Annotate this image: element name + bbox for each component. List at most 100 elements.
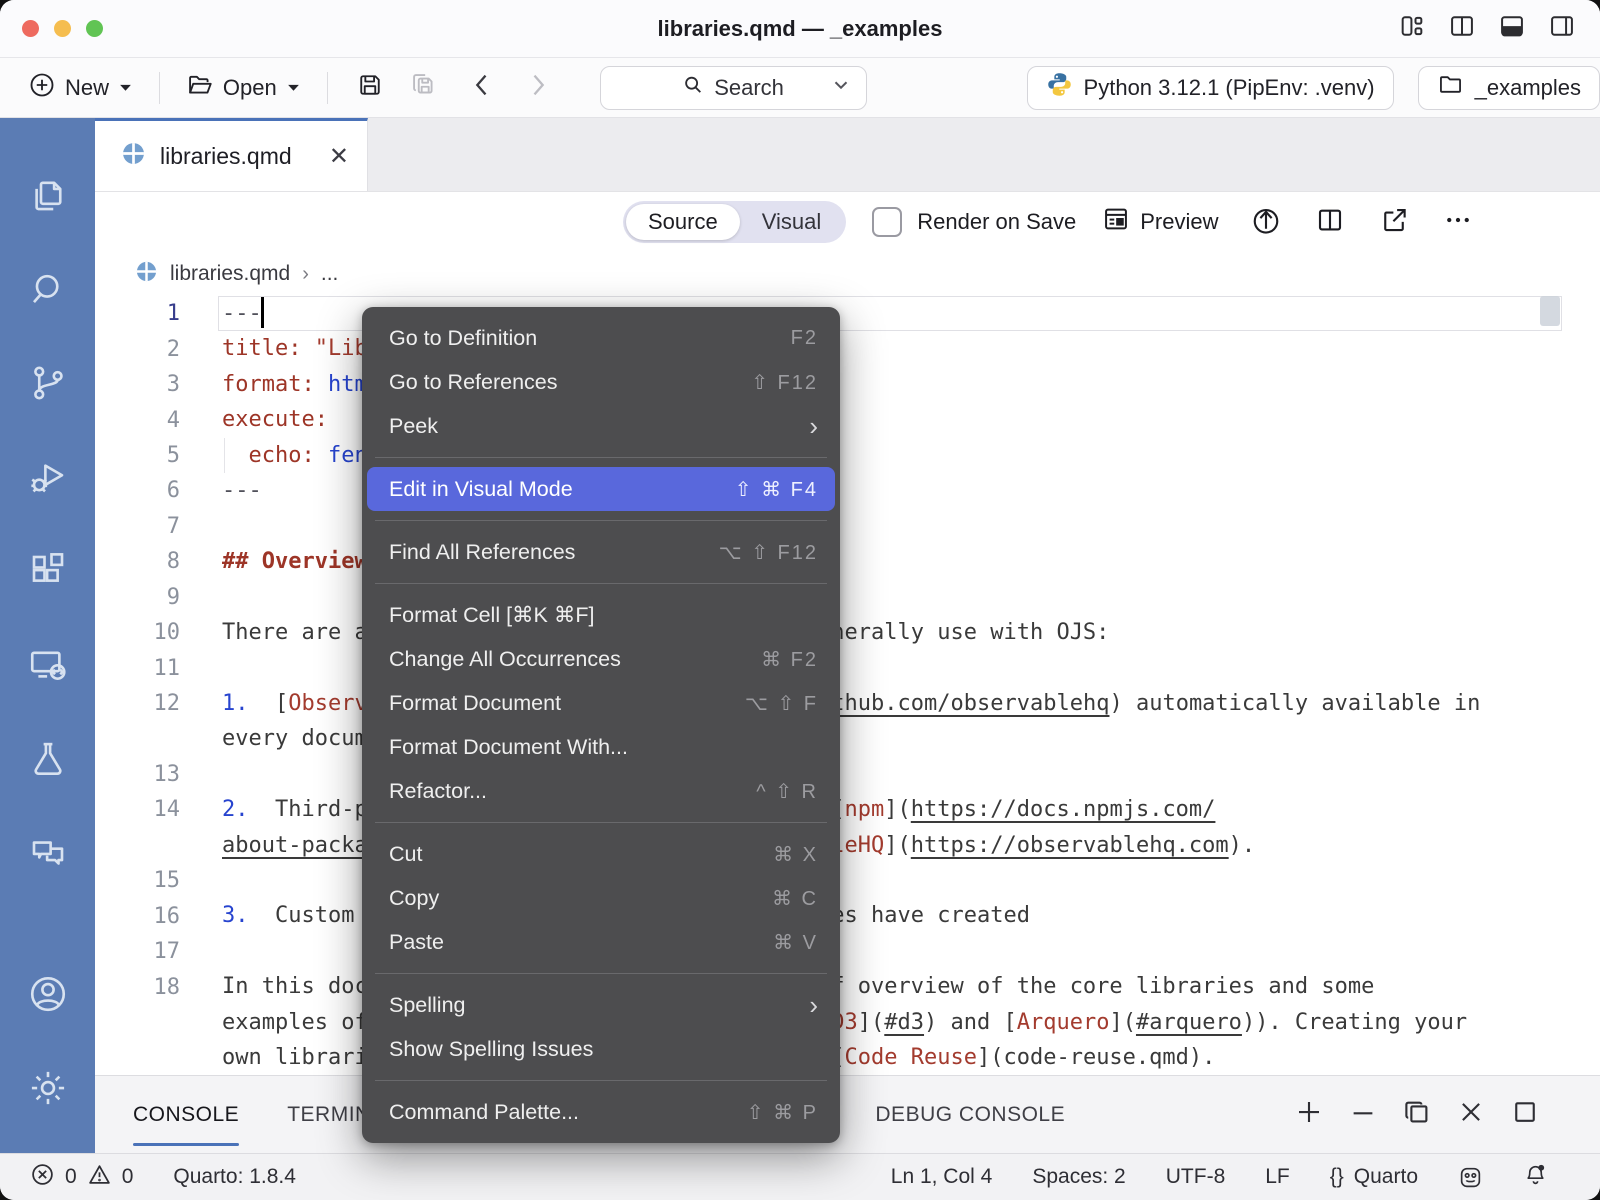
explorer-icon[interactable] — [0, 148, 95, 242]
problems-status[interactable]: 0 0 — [30, 1162, 133, 1193]
code-row[interactable]: 8## Overview — [95, 544, 1600, 579]
open-external-icon[interactable] — [1379, 205, 1409, 240]
menu-item-label: Command Palette... — [389, 1100, 579, 1125]
menu-item-change-all-occurrences[interactable]: Change All Occurrences⌘ F2 — [362, 637, 840, 681]
quarto-version[interactable]: Quarto: 1.8.4 — [173, 1165, 296, 1189]
account-icon[interactable] — [0, 947, 95, 1041]
new-button[interactable]: New — [22, 67, 139, 109]
close-panel-icon[interactable] — [1456, 1097, 1486, 1132]
indentation[interactable]: Spaces: 2 — [1032, 1165, 1125, 1189]
code-row[interactable]: 3format: html — [95, 367, 1600, 402]
eol[interactable]: LF — [1265, 1165, 1290, 1189]
settings-gear-icon[interactable] — [0, 1041, 95, 1135]
cursor-position[interactable]: Ln 1, Col 4 — [891, 1165, 993, 1189]
split-editor-icon[interactable] — [1315, 205, 1345, 240]
panel-tab-debug-console[interactable]: DEBUG CONSOLE — [875, 1076, 1065, 1153]
open-button[interactable]: Open — [180, 67, 307, 109]
code-row[interactable]: 163. Custom libraries that you or your c… — [95, 898, 1600, 933]
back-icon[interactable] — [470, 71, 494, 104]
menu-item-find-all-references[interactable]: Find All References⌥ ⇧ F12 — [362, 530, 840, 574]
source-control-icon[interactable] — [0, 336, 95, 430]
preview-button[interactable]: Preview — [1102, 205, 1218, 239]
scrollbar-thumb[interactable] — [1540, 296, 1560, 326]
comments-icon[interactable] — [0, 806, 95, 900]
code-row[interactable]: 17 — [95, 934, 1600, 969]
code-row[interactable]: 4execute: — [95, 402, 1600, 437]
render-icon[interactable] — [1251, 205, 1281, 240]
menu-item-format-document[interactable]: Format Document⌥ ⇧ F — [362, 681, 840, 725]
editor-toolbar: Source Visual Render on Save Preview — [95, 192, 1600, 252]
new-console-icon[interactable] — [1294, 1097, 1324, 1132]
menu-item-format-document-with[interactable]: Format Document With... — [362, 725, 840, 769]
interpreter-selector[interactable]: Python 3.12.1 (PipEnv: .venv) — [1027, 66, 1394, 110]
code-row[interactable]: 15 — [95, 863, 1600, 898]
menu-item-refactor[interactable]: Refactor...^ ⇧ R — [362, 769, 840, 813]
code-row[interactable]: 13 — [95, 757, 1600, 792]
more-actions-icon[interactable] — [1443, 205, 1473, 240]
maximize-panel-icon[interactable] — [1510, 1097, 1540, 1132]
feedback-smiley-icon[interactable] — [1458, 1165, 1483, 1190]
code-editor[interactable]: 1---2title: "Libraries"3format: html4exe… — [95, 296, 1600, 1075]
menu-item-cut[interactable]: Cut⌘ X — [362, 832, 840, 876]
visual-mode-button[interactable]: Visual — [740, 204, 844, 240]
code-row[interactable]: 121. [Observable's standard library](htt… — [95, 686, 1600, 721]
code-row[interactable]: 6--- — [95, 473, 1600, 508]
menu-item-spelling[interactable]: Spelling› — [362, 983, 840, 1027]
code-row[interactable]: own libraries is covered in the article … — [95, 1040, 1600, 1075]
notification-bell-icon[interactable] — [1523, 1162, 1548, 1193]
restore-panel-icon[interactable] — [1402, 1097, 1432, 1132]
menu-item-peek[interactable]: Peek› — [362, 404, 840, 448]
code-row[interactable]: 7 — [95, 509, 1600, 544]
open-label: Open — [223, 75, 277, 101]
code-row[interactable]: 18In this document we'll provide you wit… — [95, 969, 1600, 1004]
breadcrumb[interactable]: libraries.qmd › ... — [95, 252, 1600, 296]
menu-item-command-palette[interactable]: Command Palette...⇧ ⌘ P — [362, 1090, 840, 1134]
project-selector[interactable]: _examples — [1418, 66, 1600, 110]
panel-tab-console[interactable]: CONSOLE — [133, 1076, 239, 1153]
language-mode[interactable]: {} Quarto — [1330, 1165, 1418, 1189]
code-row[interactable]: every document. — [95, 721, 1600, 756]
forward-icon[interactable] — [526, 71, 550, 104]
python-icon — [1046, 71, 1073, 104]
menu-item-paste[interactable]: Paste⌘ V — [362, 920, 840, 964]
save-all-button[interactable] — [402, 67, 446, 108]
code-row[interactable]: 9 — [95, 580, 1600, 615]
code-row[interactable]: about-packages-and-modules) and also [Ob… — [95, 828, 1600, 863]
menu-item-show-spelling-issues[interactable]: Show Spelling Issues — [362, 1027, 840, 1071]
code-row[interactable]: 142. Third-party JavaScript libraries fr… — [95, 792, 1600, 827]
encoding[interactable]: UTF-8 — [1166, 1165, 1226, 1189]
code-row[interactable]: 11 — [95, 650, 1600, 685]
code-row[interactable]: 2title: "Libraries" — [95, 331, 1600, 366]
breadcrumb-more[interactable]: ... — [321, 262, 339, 286]
split-editor-layout-icon[interactable] — [1448, 12, 1476, 45]
menu-item-copy[interactable]: Copy⌘ C — [362, 876, 840, 920]
save-button[interactable] — [348, 67, 392, 108]
breadcrumb-file[interactable]: libraries.qmd — [170, 262, 290, 286]
source-mode-button[interactable]: Source — [626, 204, 740, 240]
menu-item-go-to-definition[interactable]: Go to DefinitionF2 — [362, 316, 840, 360]
menu-item-format-cell-k-f[interactable]: Format Cell [⌘K ⌘F] — [362, 593, 840, 637]
menu-item-edit-in-visual-mode[interactable]: Edit in Visual Mode⇧ ⌘ F4 — [367, 467, 835, 511]
tab-libraries-qmd[interactable]: libraries.qmd ✕ — [95, 118, 368, 191]
sessions-icon[interactable] — [0, 618, 95, 712]
code-row[interactable]: 10There are a number of libraries that y… — [95, 615, 1600, 650]
error-count: 0 — [65, 1165, 77, 1189]
menu-item-shortcut: ⌘ X — [773, 842, 818, 867]
toggle-panel-icon[interactable] — [1498, 12, 1526, 45]
code-row[interactable]: examples of their usage (including libra… — [95, 1005, 1600, 1040]
render-on-save-checkbox[interactable] — [872, 207, 902, 237]
search-sidebar-icon[interactable] — [0, 242, 95, 336]
menu-item-go-to-references[interactable]: Go to References⇧ F12 — [362, 360, 840, 404]
warning-icon — [87, 1162, 112, 1193]
code-row[interactable]: 1--- — [95, 296, 1600, 331]
run-debug-icon[interactable] — [0, 430, 95, 524]
extensions-icon[interactable] — [0, 524, 95, 618]
customize-layout-icon[interactable] — [1398, 12, 1426, 45]
close-tab-icon[interactable]: ✕ — [329, 142, 349, 171]
menu-item-label: Format Document — [389, 691, 561, 716]
testing-icon[interactable] — [0, 712, 95, 806]
search-input[interactable]: Search — [600, 66, 867, 110]
toggle-sidebar-icon[interactable] — [1548, 12, 1576, 45]
minimize-panel-icon[interactable] — [1348, 1097, 1378, 1132]
code-row[interactable]: 5 echo: fenced — [95, 438, 1600, 473]
